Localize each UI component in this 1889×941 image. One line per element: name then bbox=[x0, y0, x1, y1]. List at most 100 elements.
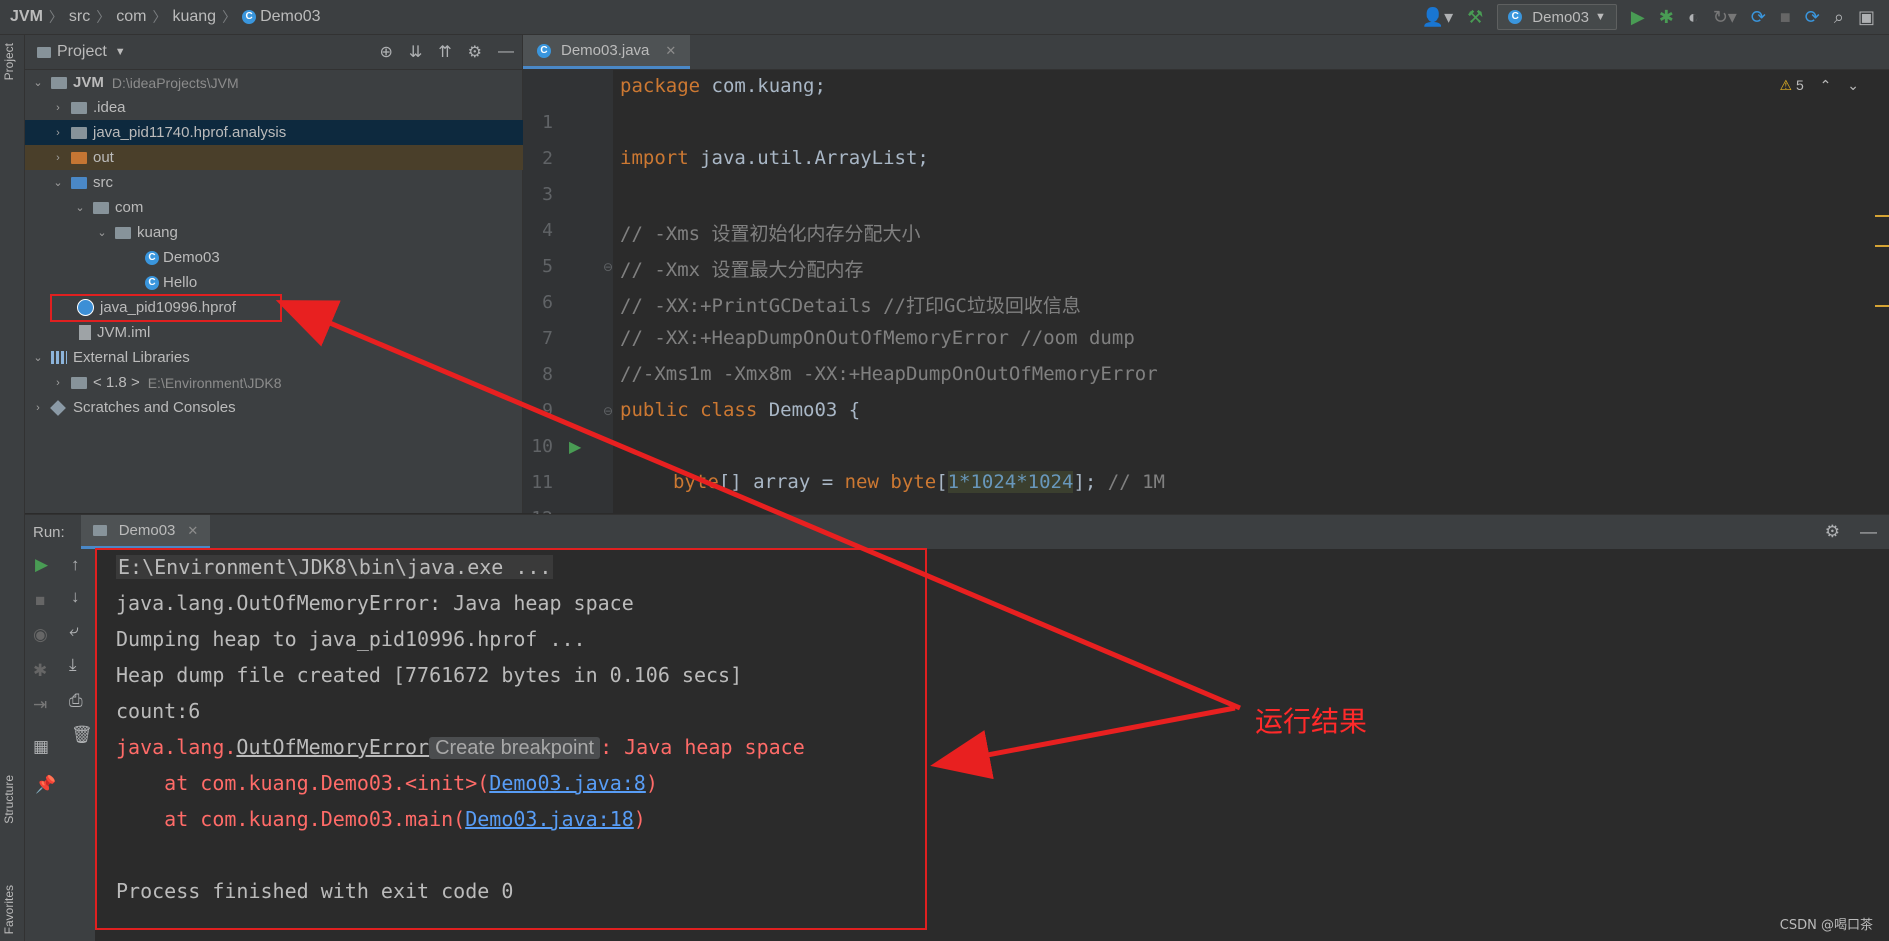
close-icon[interactable]: ✕ bbox=[187, 523, 198, 539]
run-tab-demo03[interactable]: Demo03 ✕ bbox=[80, 515, 211, 549]
locate-icon[interactable]: ⊕ bbox=[379, 42, 392, 62]
chevron-down-icon[interactable]: ▼ bbox=[115, 46, 126, 58]
tree-item-path: D:\ideaProjects\JVM bbox=[111, 74, 239, 91]
gear-icon[interactable]: ⚙ bbox=[1825, 522, 1840, 542]
tree-item-src[interactable]: ⌄ src bbox=[25, 170, 548, 195]
chevron-right-icon[interactable]: › bbox=[51, 102, 65, 114]
tree-item-label: JVM bbox=[73, 74, 104, 91]
layout-icon[interactable]: ▦ bbox=[33, 737, 49, 757]
expand-all-icon[interactable]: ⇊ bbox=[409, 42, 422, 62]
run-config-icon bbox=[92, 525, 107, 536]
run-icon[interactable]: ▶ bbox=[1631, 7, 1645, 28]
breadcrumb-item-kuang[interactable]: kuang bbox=[172, 8, 216, 26]
tree-item-external-libraries[interactable]: ⌄ External Libraries bbox=[25, 345, 528, 370]
code-line[interactable]: // -XX:+PrintGCDetails //打印GC垃圾回收信息 bbox=[620, 291, 1081, 318]
chevron-right-icon[interactable]: › bbox=[51, 152, 65, 164]
line-number: 5 bbox=[542, 256, 553, 277]
breadcrumb-item-com[interactable]: com bbox=[116, 8, 146, 26]
tree-item-label: src bbox=[93, 174, 113, 191]
inspection-widget[interactable]: ⚠ 5 ⌃ ⌄ bbox=[1780, 77, 1860, 94]
collapse-all-icon[interactable]: ⇈ bbox=[438, 42, 451, 62]
code-line[interactable]: import java.util.ArrayList; bbox=[620, 147, 929, 169]
profile-icon[interactable]: ↻▾ bbox=[1713, 7, 1737, 28]
tree-item-jdk[interactable]: › < 1.8 > E:\Environment\JDK8 bbox=[25, 370, 548, 395]
arrow-up-icon[interactable]: ↑ bbox=[71, 555, 80, 575]
chevron-right-icon[interactable]: › bbox=[51, 127, 65, 139]
code-line[interactable]: // -XX:+HeapDumpOnOutOfMemoryError //oom… bbox=[620, 327, 1135, 349]
chevron-down-icon[interactable]: ⌄ bbox=[95, 226, 109, 239]
tree-item-kuang[interactable]: ⌄ kuang bbox=[25, 220, 592, 245]
project-tool-tab[interactable]: Project bbox=[2, 43, 16, 80]
code-line[interactable]: //-Xms1m -Xmx8m -XX:+HeapDumpOnOutOfMemo… bbox=[620, 363, 1158, 385]
chevron-down-icon[interactable]: ⌄ bbox=[31, 351, 45, 364]
camera-icon[interactable]: ◉ bbox=[33, 625, 48, 645]
close-icon[interactable]: ✕ bbox=[665, 43, 676, 59]
code-line[interactable]: // -Xmx 设置最大分配内存 bbox=[620, 255, 864, 282]
structure-tool-tab[interactable]: Structure bbox=[2, 775, 16, 824]
gear-icon[interactable]: ⚙ bbox=[468, 42, 482, 62]
arrow-down-icon[interactable]: ↓ bbox=[71, 587, 80, 607]
build-hammer-icon[interactable]: ⚒ bbox=[1467, 7, 1483, 28]
search-icon[interactable]: ⌕ bbox=[1834, 7, 1844, 28]
tree-item-com[interactable]: ⌄ com bbox=[25, 195, 570, 220]
chevron-right-icon[interactable]: › bbox=[31, 402, 45, 414]
code-line[interactable]: byte[] array = new byte[1*1024*1024]; //… bbox=[673, 471, 1165, 493]
exit-icon[interactable]: ⇥ bbox=[33, 695, 47, 715]
tree-item-label: java_pid11740.hprof.analysis bbox=[93, 124, 287, 141]
stop-icon[interactable]: ■ bbox=[1780, 7, 1791, 28]
user-icon[interactable]: 👤▾ bbox=[1422, 7, 1453, 28]
favorites-tool-tab[interactable]: Favorites bbox=[2, 885, 16, 934]
run-tab-label: Demo03 bbox=[118, 522, 176, 539]
scroll-to-end-icon[interactable]: ⤓ bbox=[69, 655, 77, 675]
tree-item-label: Scratches and Consoles bbox=[73, 399, 236, 416]
code-line[interactable]: package com.kuang; bbox=[620, 75, 826, 97]
print-icon[interactable]: ⎙ bbox=[69, 691, 83, 711]
code-line[interactable]: // -Xms 设置初始化内存分配大小 bbox=[620, 219, 921, 246]
code-line[interactable]: public class Demo03 { bbox=[620, 399, 860, 421]
fold-icon[interactable]: ⊖ bbox=[603, 404, 613, 418]
editor-tab-label: Demo03.java bbox=[561, 42, 650, 59]
tree-item-jvm-iml[interactable]: JVM.iml bbox=[25, 320, 576, 345]
excluded-folder-icon bbox=[71, 151, 87, 164]
breadcrumb-item-project[interactable]: JVM bbox=[10, 8, 43, 26]
line-number: 2 bbox=[542, 148, 553, 169]
chevron-down-icon[interactable]: ⌄ bbox=[1847, 77, 1859, 93]
chevron-down-icon[interactable]: ⌄ bbox=[51, 176, 65, 189]
left-tool-strip: Project Structure Favorites bbox=[0, 35, 25, 941]
line-number: 4 bbox=[542, 220, 553, 241]
run-configuration-select[interactable]: C Demo03 ▼ bbox=[1497, 4, 1617, 30]
project-panel-title[interactable]: Project bbox=[57, 43, 107, 61]
tree-item-out[interactable]: › out bbox=[25, 145, 548, 170]
update-icon[interactable]: ⟳ bbox=[1751, 7, 1766, 28]
pin-icon[interactable]: 📌 bbox=[35, 775, 56, 795]
debug-icon[interactable]: ✱ bbox=[1659, 7, 1674, 28]
hide-icon[interactable]: — bbox=[498, 43, 514, 61]
breadcrumb-item-class[interactable]: Demo03 bbox=[260, 8, 320, 26]
bug-icon[interactable]: ✱ bbox=[33, 661, 47, 681]
stop-icon[interactable]: ■ bbox=[35, 591, 45, 611]
chevron-down-icon[interactable]: ⌄ bbox=[31, 76, 45, 89]
run-gutter-icon[interactable]: ▶ bbox=[569, 437, 581, 457]
editor-tab-demo03[interactable]: C Demo03.java ✕ bbox=[523, 35, 691, 69]
hide-icon[interactable]: — bbox=[1860, 522, 1877, 542]
line-number: 1 bbox=[542, 112, 553, 133]
trash-icon[interactable]: 🗑 bbox=[71, 725, 93, 745]
chevron-up-icon[interactable]: ⌃ bbox=[1820, 77, 1832, 93]
line-number: 11 bbox=[531, 472, 553, 493]
tree-item-hprof-analysis[interactable]: › java_pid11740.hprof.analysis bbox=[25, 120, 548, 145]
ide-logo-icon[interactable]: ▣ bbox=[1858, 7, 1875, 28]
breadcrumb-item-src[interactable]: src bbox=[69, 8, 90, 26]
tree-item-label: External Libraries bbox=[73, 349, 190, 366]
tree-item-idea[interactable]: › .idea bbox=[25, 95, 548, 120]
tree-item-scratches[interactable]: › Scratches and Consoles bbox=[25, 395, 528, 420]
fold-icon[interactable]: ⊖ bbox=[603, 260, 613, 274]
coverage-icon[interactable]: ◐ bbox=[1688, 7, 1699, 28]
tree-item-path: E:\Environment\JDK8 bbox=[147, 374, 282, 391]
soft-wrap-icon[interactable]: ⤶ bbox=[69, 621, 79, 641]
breadcrumb: JVM 〉 src 〉 com 〉 kuang 〉 C Demo03 bbox=[0, 0, 321, 34]
chevron-down-icon[interactable]: ⌄ bbox=[73, 201, 87, 214]
tree-item-jvm[interactable]: ⌄ JVM D:\ideaProjects\JVM bbox=[25, 70, 528, 95]
rerun-icon[interactable]: ▶ bbox=[35, 555, 48, 575]
help-icon[interactable]: ⟳ bbox=[1805, 7, 1820, 28]
chevron-right-icon[interactable]: › bbox=[51, 377, 65, 389]
